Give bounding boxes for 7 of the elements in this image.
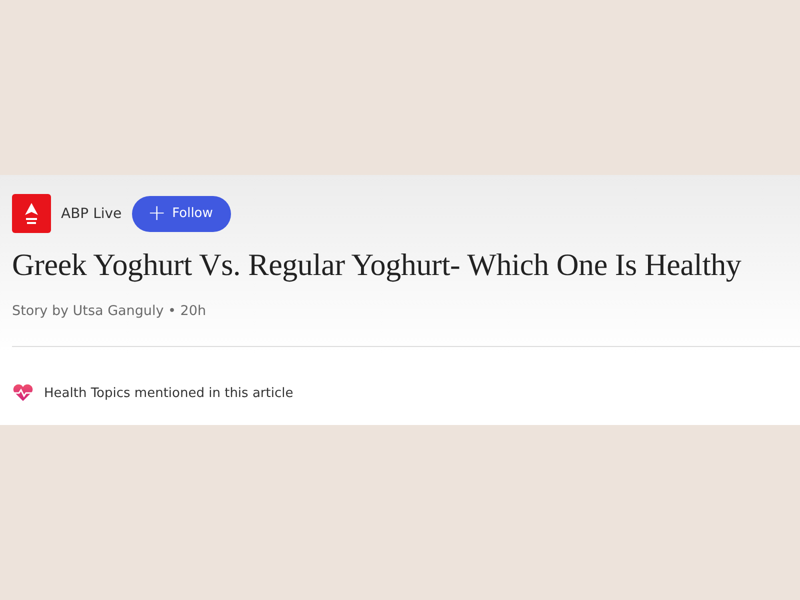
article-headline: Greek Yoghurt Vs. Regular Yoghurt- Which One Is Healthy — [12, 247, 742, 283]
health-topics-label: Health Topics mentioned in this article — [44, 386, 294, 400]
source-name[interactable]: ABP Live — [61, 206, 122, 222]
follow-button[interactable]: + Follow — [132, 196, 231, 232]
byline: Story by Utsa Ganguly • 20h — [12, 303, 208, 319]
logo-icon — [12, 194, 51, 233]
heart-pulse-icon — [12, 384, 34, 402]
